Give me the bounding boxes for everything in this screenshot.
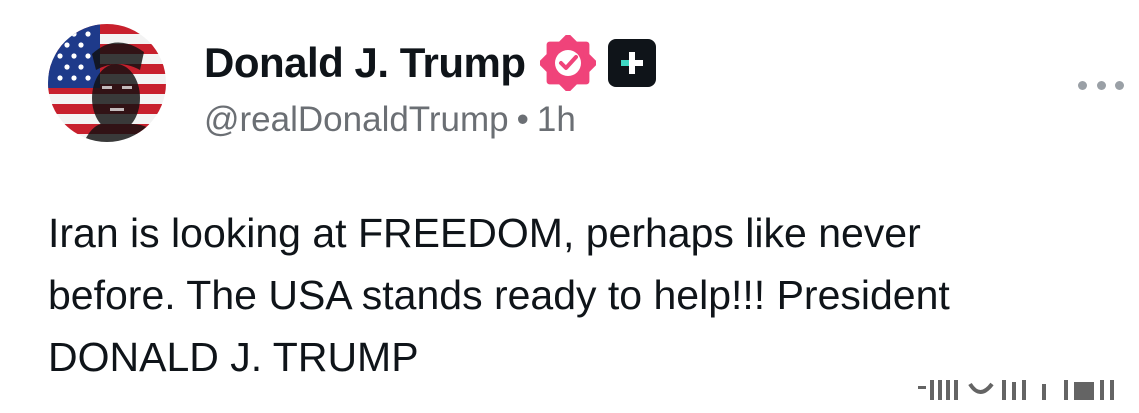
verified-badge-icon	[539, 35, 596, 91]
post-timestamp[interactable]: 1h	[537, 100, 576, 139]
more-dots-icon	[1078, 80, 1087, 90]
post-text-line: before. The USA stands ready to help!!! …	[48, 272, 950, 318]
more-dots-icon	[1096, 80, 1106, 90]
meta-separator: •	[516, 100, 529, 139]
plus-badge-icon	[607, 39, 656, 87]
author-display-name[interactable]: Donald J. Trump	[204, 39, 526, 87]
social-post: Donald J. Trump @realDonaldTrump • 1h Iran…	[0, 0, 1139, 413]
post-body-text: Iran is looking at FREEDOM, perhaps like…	[48, 202, 1118, 388]
avatar[interactable]	[48, 24, 166, 142]
more-dots-icon	[1115, 80, 1124, 90]
author-meta-row: @realDonaldTrump • 1h	[204, 100, 576, 140]
post-text-line: Iran is looking at FREEDOM, perhaps like…	[48, 210, 921, 256]
flag-portrait-image	[48, 24, 166, 142]
author-handle[interactable]: @realDonaldTrump	[204, 100, 509, 139]
watermark-logo-icon	[918, 380, 1114, 400]
author-name-row: Donald J. Trump	[204, 35, 656, 91]
more-options-button[interactable]	[1078, 74, 1124, 96]
